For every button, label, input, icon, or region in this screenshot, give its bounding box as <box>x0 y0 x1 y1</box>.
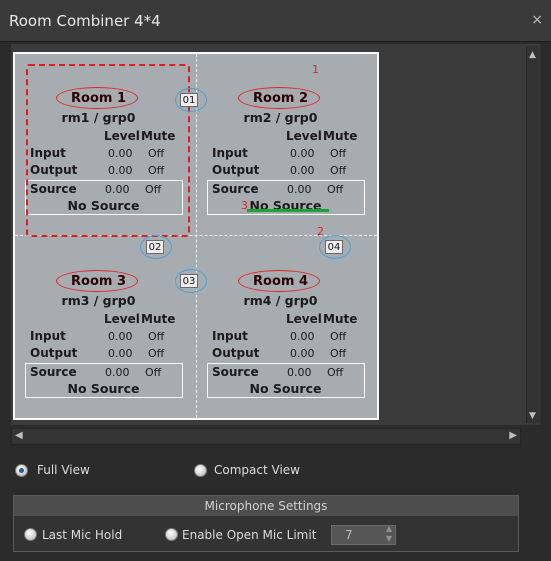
microphone-settings-panel: Microphone Settings Last Mic Hold Enable… <box>13 495 519 552</box>
output-level: 0.00 <box>290 347 315 360</box>
source-level: 0.00 <box>287 366 312 379</box>
room-name: Room 2 <box>253 91 308 106</box>
compact-view-radio[interactable] <box>194 464 207 477</box>
level-header: Level <box>104 312 140 326</box>
wall-badge-01[interactable]: 01 <box>180 93 198 107</box>
vertical-scrollbar[interactable]: ▲ ▼ <box>526 46 541 423</box>
room-3-panel[interactable]: Room 3 rm3 / grp0 Level Mute Input 0.00 … <box>16 250 183 415</box>
input-mute: Off <box>330 147 347 160</box>
source-label: Source <box>212 182 259 196</box>
open-mic-limit-stepper[interactable]: 7 ▲ ▼ <box>331 524 396 545</box>
open-mic-limit-value[interactable]: 7 <box>345 528 353 542</box>
horizontal-scrollbar[interactable]: ◀ ▶ <box>11 428 521 445</box>
source-label: Source <box>212 365 259 379</box>
compact-view-label[interactable]: Compact View <box>214 463 300 477</box>
enable-open-mic-limit-radio[interactable] <box>165 528 178 541</box>
room-4-panel[interactable]: Room 4 rm4 / grp0 Level Mute Input 0.00 … <box>198 250 365 415</box>
stepper-up-icon[interactable]: ▲ <box>386 524 392 533</box>
mute-header: Mute <box>141 312 176 326</box>
enable-open-mic-limit-label[interactable]: Enable Open Mic Limit <box>182 528 316 542</box>
close-icon[interactable]: × <box>531 12 543 28</box>
output-label: Output <box>212 346 260 360</box>
annotation-1: 1 <box>312 63 319 76</box>
microphone-settings-header: Microphone Settings <box>14 496 518 516</box>
input-mute: Off <box>330 330 347 343</box>
arrow-left-icon[interactable]: ◀ <box>15 430 23 441</box>
source-value: No Source <box>249 381 322 396</box>
room-group: rm3 / grp0 <box>61 293 136 308</box>
full-view-label[interactable]: Full View <box>37 463 90 477</box>
title-bar: Room Combiner 4*4 × <box>0 0 551 42</box>
output-level: 0.00 <box>108 347 133 360</box>
wall-badge-04[interactable]: 04 <box>325 240 343 254</box>
room-name: Room 4 <box>253 274 308 289</box>
output-level: 0.00 <box>290 164 315 177</box>
input-level: 0.00 <box>290 147 315 160</box>
arrow-up-icon[interactable]: ▲ <box>529 50 536 60</box>
output-label: Output <box>212 163 260 177</box>
window-title: Room Combiner 4*4 <box>9 12 161 30</box>
room-layout-canvas: Room 1 rm1 / grp0 Level Mute Input 0.00 … <box>13 52 379 420</box>
mute-header: Mute <box>323 129 358 143</box>
mute-header: Mute <box>323 312 358 326</box>
room-2-panel[interactable]: Room 2 rm2 / grp0 Level Mute Input 0.00 … <box>198 67 365 232</box>
full-view-radio[interactable] <box>15 464 28 477</box>
room-name: Room 3 <box>71 274 126 289</box>
annotation-2: 2 <box>317 225 324 238</box>
output-mute: Off <box>330 347 347 360</box>
source-level: 0.00 <box>287 183 312 196</box>
source-box[interactable]: Source 0.00 Off No Source <box>25 363 183 398</box>
room-layout-viewport: Room 1 rm1 / grp0 Level Mute Input 0.00 … <box>11 44 541 425</box>
source-underline <box>247 209 329 212</box>
source-label: Source <box>30 365 77 379</box>
room-1-selection-outline <box>26 64 190 237</box>
level-header: Level <box>286 312 322 326</box>
source-mute: Off <box>145 366 162 379</box>
input-label: Input <box>212 329 248 343</box>
last-mic-hold-radio[interactable] <box>24 528 37 541</box>
wall-badge-03[interactable]: 03 <box>180 274 198 288</box>
source-value: No Source <box>67 381 140 396</box>
input-level: 0.00 <box>290 330 315 343</box>
stepper-down-icon[interactable]: ▼ <box>386 534 392 543</box>
output-label: Output <box>30 346 78 360</box>
output-mute: Off <box>330 164 347 177</box>
arrow-down-icon[interactable]: ▼ <box>529 411 536 421</box>
source-level: 0.00 <box>105 366 130 379</box>
source-mute: Off <box>327 366 344 379</box>
source-box[interactable]: Source 0.00 Off No Source <box>207 363 365 398</box>
input-level: 0.00 <box>108 330 133 343</box>
source-mute: Off <box>327 183 344 196</box>
room-group: rm2 / grp0 <box>243 110 318 125</box>
input-mute: Off <box>148 330 165 343</box>
arrow-right-icon[interactable]: ▶ <box>509 430 517 441</box>
last-mic-hold-label[interactable]: Last Mic Hold <box>42 528 122 542</box>
input-label: Input <box>30 329 66 343</box>
input-label: Input <box>212 146 248 160</box>
output-mute: Off <box>148 347 165 360</box>
wall-badge-02[interactable]: 02 <box>146 240 164 254</box>
level-header: Level <box>286 129 322 143</box>
room-group: rm4 / grp0 <box>243 293 318 308</box>
